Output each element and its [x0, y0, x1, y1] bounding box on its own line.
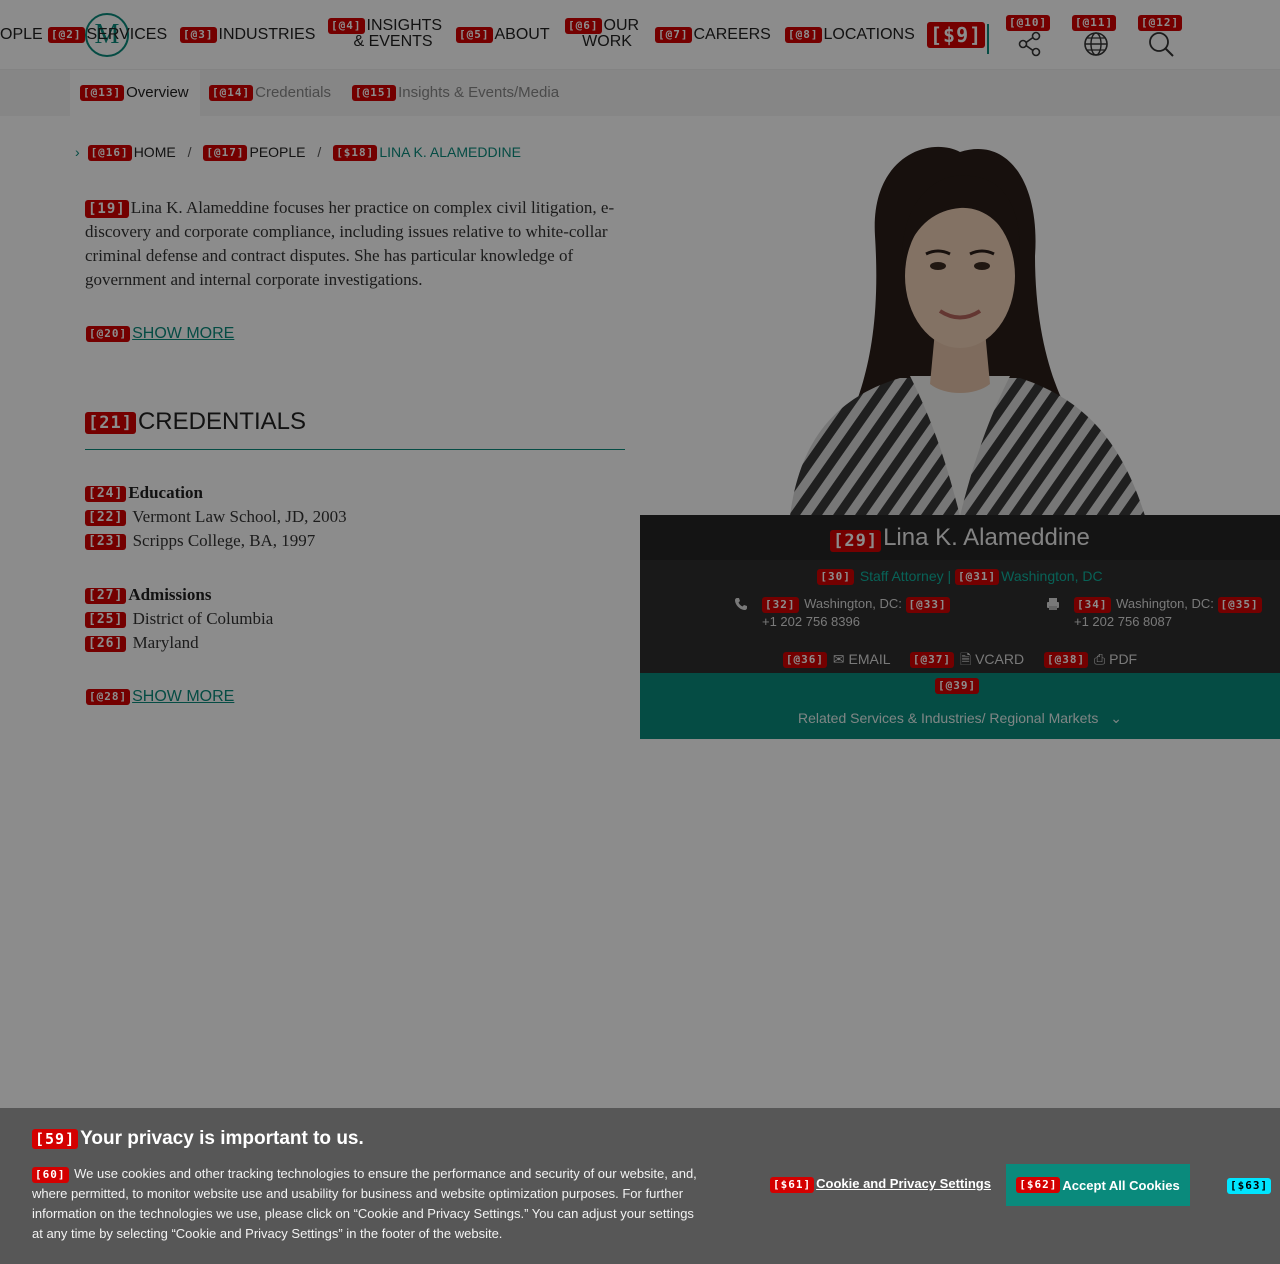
- fax-icon: [1047, 598, 1059, 610]
- tab-credentials[interactable]: [@14] Credentials: [209, 84, 331, 102]
- nav-search-toggle[interactable]: [$9]: [927, 22, 986, 48]
- search-icon[interactable]: [1147, 30, 1175, 58]
- phone-number-link[interactable]: +1 202 756 8396: [762, 614, 860, 629]
- nav-item-careers[interactable]: [@7] CAREERS: [655, 26, 771, 44]
- pdf-button[interactable]: [@38] ⎙ PDF: [1044, 651, 1137, 669]
- education-section: [24] Education [22] Vermont Law School, J…: [85, 481, 625, 553]
- fax-number-link[interactable]: +1 202 756 8087: [1074, 614, 1172, 629]
- cookie-description: [60] We use cookies and other tracking t…: [32, 1166, 697, 1241]
- bio-show-more-link[interactable]: [@20] SHOW MORE: [86, 325, 234, 343]
- nav-item-our-work[interactable]: [@6] OUR WORK: [565, 18, 639, 50]
- cookie-banner: [59] Your privacy is important to us. [60…: [0, 1108, 1280, 1264]
- cookie-settings-button[interactable]: [$61] Cookie and Privacy Settings: [770, 1176, 991, 1193]
- email-button[interactable]: [@36] ✉ EMAIL: [782, 651, 894, 669]
- cookie-title: [59] Your privacy is important to us.: [32, 1128, 364, 1150]
- nav-item-people[interactable]: OPLE: [0, 26, 43, 44]
- profile-card: [29] Lina K. Alameddine [30] Staff Attorn…: [640, 515, 1280, 673]
- education-heading: [24] Education: [85, 481, 625, 505]
- mail-icon: ✉: [832, 651, 845, 667]
- fax-contact: [34] Washington, DC: [@35] +1 202 756 80…: [1046, 595, 1264, 630]
- globe-icon[interactable]: [1082, 30, 1110, 58]
- vcard-button[interactable]: [@37] 🗎 VCARD: [909, 651, 1028, 669]
- profile-actions: [@36] ✉ EMAIL [@37] 🗎 VCARD [@38] ⎙ PDF: [640, 649, 1280, 673]
- breadcrumb-people[interactable]: PEOPLE: [249, 144, 305, 160]
- nav-item-locations[interactable]: [@8] LOCATIONS: [785, 26, 915, 44]
- cookie-close-button[interactable]: [$63]: [1227, 1178, 1272, 1194]
- tab-overview[interactable]: [@13] Overview: [80, 84, 189, 102]
- credentials-heading: [21] CREDENTIALS: [85, 408, 625, 450]
- credentials-show-more-link[interactable]: [@28] SHOW MORE: [86, 688, 234, 706]
- pdf-icon: ⎙: [1094, 651, 1106, 667]
- nav-item-insights-events[interactable]: [@4] INSIGHTS & EVENTS: [328, 18, 442, 50]
- profile-photo: [640, 116, 1280, 516]
- bio-paragraph: [19] Lina K. Alameddine focuses her pract…: [85, 198, 615, 289]
- nav-item-services[interactable]: [@2] SERVICES: [48, 26, 167, 44]
- chevron-down-icon: ⌄: [1110, 710, 1122, 726]
- breadcrumb-current[interactable]: LINA K. ALAMEDDINE: [379, 144, 521, 160]
- phone-contact: [32] Washington, DC: [@33] +1 202 756 83…: [734, 595, 952, 630]
- list-item: [22] Vermont Law School, JD, 2003: [85, 505, 625, 529]
- admissions-heading: [27] Admissions: [85, 583, 625, 607]
- list-item: [25] District of Columbia: [85, 607, 625, 631]
- nav-divider: [987, 24, 989, 54]
- list-item: [23] Scripps College, BA, 1997: [85, 529, 625, 553]
- related-services-toggle[interactable]: [@39] Related Services & Industries/ Reg…: [640, 673, 1280, 739]
- nav-item-about[interactable]: [@5] ABOUT: [456, 26, 550, 44]
- profile-name-bar: [29] Lina K. Alameddine: [640, 515, 1280, 560]
- accept-cookies-button[interactable]: [$62] Accept All Cookies: [1006, 1164, 1190, 1206]
- list-item: [26] Maryland: [85, 631, 625, 655]
- office-link[interactable]: Washington, DC: [1001, 568, 1102, 584]
- share-tag: [@10]: [1006, 15, 1051, 31]
- search-tag: [@12]: [1138, 15, 1183, 31]
- globe-tag: [@11]: [1072, 15, 1117, 31]
- top-navigation: OPLE M [@2] SERVICES [@3] INDUSTRIES [@4] I…: [0, 0, 1280, 70]
- phone-icon: [735, 598, 747, 610]
- document-icon: 🗎: [959, 651, 972, 667]
- chevron-right-icon: ›: [75, 144, 80, 160]
- nav-item-industries[interactable]: [@3] INDUSTRIES: [180, 26, 315, 44]
- profile-role: [30] Staff Attorney | [@31] Washington, D…: [640, 568, 1280, 586]
- portrait-image: [790, 146, 1145, 516]
- admissions-section: [27] Admissions [25] District of Columbia…: [85, 583, 625, 655]
- profile-name: Lina K. Alameddine: [883, 524, 1090, 551]
- breadcrumb-home[interactable]: HOME: [134, 144, 176, 160]
- breadcrumb: › [@16] HOME / [@17] PEOPLE / [$18] LINA K.…: [75, 144, 521, 162]
- share-icon[interactable]: [1016, 30, 1044, 58]
- tab-insights-events-media[interactable]: [@15] Insights & Events/Media: [352, 84, 559, 102]
